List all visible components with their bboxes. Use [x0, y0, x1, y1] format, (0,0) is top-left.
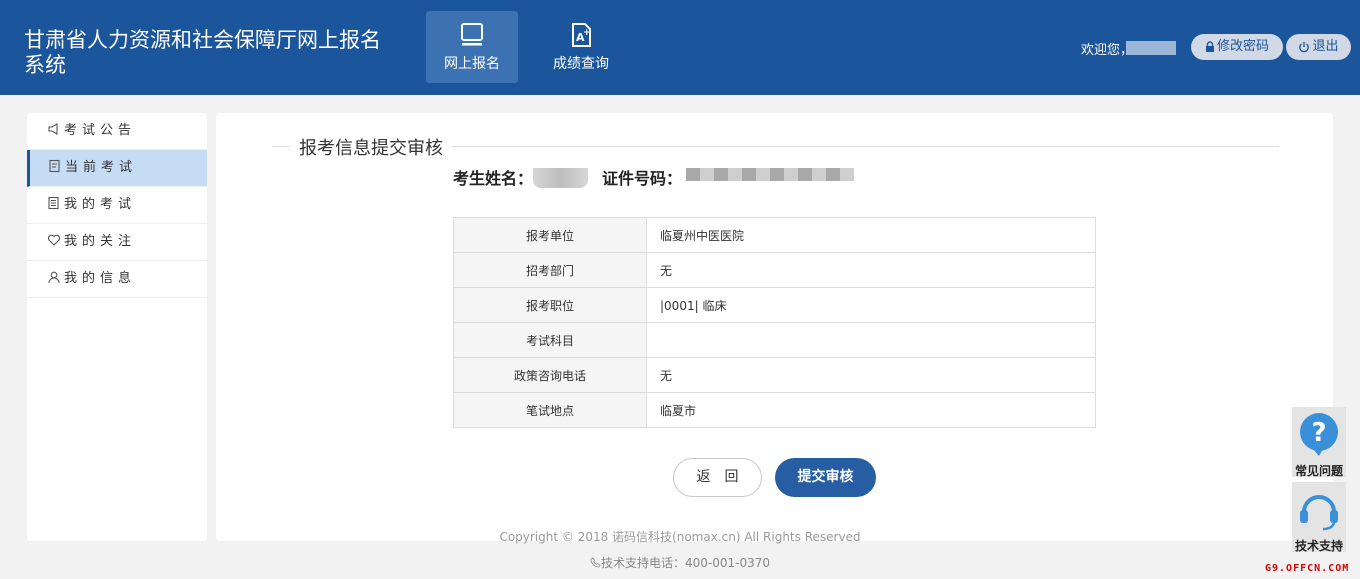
- faq-widget[interactable]: ? 常见问题: [1292, 407, 1346, 478]
- heart-icon: [47, 234, 61, 246]
- header-bar: 甘肃省人力资源和社会保障厅网上报名系统 网上报名 A + 成绩查询 欢迎您， 修…: [0, 0, 1360, 95]
- sidebar-item-my-follows[interactable]: 我的关注: [27, 224, 207, 261]
- headset-icon: [1300, 495, 1338, 531]
- megaphone-icon: [48, 123, 58, 135]
- sidebar-item-my-exams[interactable]: 我的考试: [27, 187, 207, 224]
- change-password-button[interactable]: 修改密码: [1191, 34, 1283, 60]
- site-title: 甘肃省人力资源和社会保障厅网上报名系统: [24, 28, 381, 77]
- nav-online-registration[interactable]: 网上报名: [426, 11, 518, 83]
- row-value: |0001| 临床: [646, 287, 1096, 323]
- sidebar-item-current-exam[interactable]: 当前考试: [27, 150, 207, 187]
- id-number-label: 证件号码：: [602, 169, 683, 188]
- table-row: 政策咨询电话 无: [453, 357, 1096, 393]
- username-masked: [1126, 41, 1176, 55]
- nav-score-query[interactable]: A + 成绩查询: [535, 11, 627, 83]
- row-value: 临夏州中医医院: [646, 217, 1096, 253]
- section-title: 报考信息提交审核: [290, 134, 452, 160]
- sidebar-item-label: 当前考试: [65, 160, 138, 175]
- sidebar-item-label: 考试公告: [64, 123, 137, 138]
- sidebar-item-label: 我的关注: [64, 234, 137, 249]
- row-key: 报考单位: [453, 217, 647, 253]
- watermark-text: G9.OFFCN.COM: [1265, 563, 1350, 574]
- table-row: 招考部门 无: [453, 252, 1096, 288]
- logout-button[interactable]: 退出: [1286, 34, 1351, 60]
- nav-label: 成绩查询: [553, 56, 609, 72]
- support-phone-label: 技术支持电话：400-001-0370: [600, 556, 770, 570]
- faq-label: 常见问题: [1294, 464, 1343, 478]
- tech-support-label: 技术支持: [1294, 539, 1343, 553]
- user-icon: [48, 271, 60, 284]
- row-key: 报考职位: [453, 287, 647, 323]
- table-row: 报考单位 临夏州中医医院: [453, 217, 1096, 253]
- logout-label: 退出: [1312, 39, 1339, 54]
- nav-label: 网上报名: [444, 56, 500, 72]
- svg-text:?: ?: [1311, 418, 1326, 448]
- svg-text:+: +: [583, 28, 591, 38]
- sidebar-item-exam-announcements[interactable]: 考试公告: [27, 113, 207, 150]
- id-number-masked: [686, 168, 854, 181]
- submit-review-button[interactable]: 提交审核: [775, 458, 876, 497]
- table-row: 报考职位 |0001| 临床: [453, 287, 1096, 323]
- table-row: 笔试地点 临夏市: [453, 392, 1096, 428]
- candidate-name-label: 考生姓名：: [453, 169, 534, 188]
- row-value: [646, 322, 1096, 358]
- sidebar-item-label: 我的考试: [64, 197, 137, 212]
- row-value: 无: [646, 357, 1096, 393]
- row-key: 考试科目: [453, 322, 647, 358]
- back-button[interactable]: 返回: [673, 458, 762, 497]
- row-key: 政策咨询电话: [453, 357, 647, 393]
- sidebar-item-my-info[interactable]: 我的信息: [27, 261, 207, 298]
- row-value: 无: [646, 252, 1096, 288]
- score-document-icon: A +: [572, 23, 591, 47]
- change-password-label: 修改密码: [1216, 39, 1269, 54]
- edit-document-icon: [49, 159, 60, 173]
- registration-info-table: 报考单位 临夏州中医医院 招考部门 无 报考职位 |0001| 临床 考试科目 …: [453, 217, 1096, 428]
- table-row: 考试科目: [453, 322, 1096, 358]
- monitor-icon: [461, 23, 483, 46]
- copyright-text: Copyright © 2018 诺码信科技(nomax.cn) All Rig…: [499, 530, 861, 544]
- document-list-icon: [48, 196, 59, 210]
- tech-support-widget[interactable]: 技术支持: [1292, 482, 1346, 553]
- question-icon: ?: [1300, 413, 1338, 456]
- support-phone: 技术支持电话：400-001-0370: [0, 554, 1360, 571]
- lock-icon: [1205, 41, 1214, 52]
- row-value: 临夏市: [646, 392, 1096, 428]
- phone-icon: [590, 557, 601, 568]
- row-key: 笔试地点: [453, 392, 647, 428]
- candidate-name-masked: [533, 168, 588, 188]
- power-icon: [1299, 41, 1310, 52]
- sidebar: 考试公告 当前考试 我的考试 我的关注 我的信息: [27, 113, 207, 541]
- sidebar-item-label: 我的信息: [64, 271, 137, 286]
- row-key: 招考部门: [453, 252, 647, 288]
